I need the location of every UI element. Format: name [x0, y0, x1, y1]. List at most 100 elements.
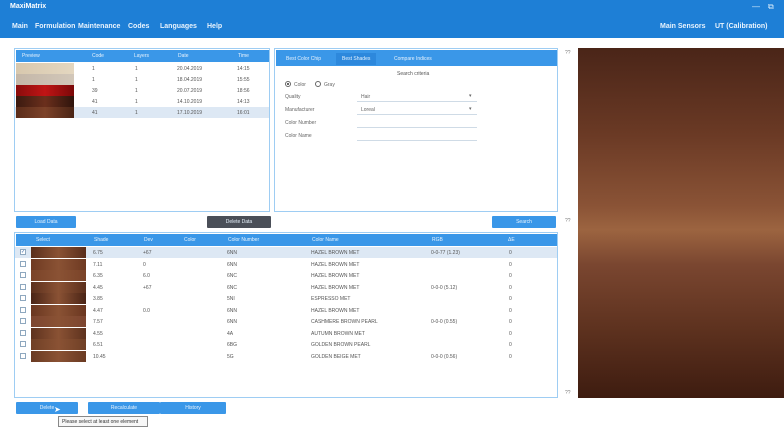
color-number-field[interactable] [357, 127, 477, 128]
delete-data-button[interactable]: Delete Data [207, 216, 271, 228]
history-cell-date: 20.04.2019 [177, 66, 203, 72]
shade-swatch [31, 316, 86, 327]
gray-radio[interactable] [315, 81, 321, 87]
menu-calibration[interactable]: UT (Calibration) [715, 23, 768, 30]
history-cell-layers: 1 [135, 110, 138, 116]
table-row[interactable]: 4.47 0.0 6NN HAZEL BROWN MET 0 [15, 304, 557, 316]
col-shade: Shade [94, 237, 109, 243]
minimize-icon[interactable]: — [752, 2, 760, 11]
scroll-marker-top: ?? [565, 50, 571, 56]
col-date: Date [178, 53, 189, 59]
shade-swatch [31, 270, 86, 281]
history-preview-swatch [16, 85, 74, 96]
result-cell-shade: 3.85 [93, 296, 103, 302]
delete-button[interactable]: Delete [16, 402, 78, 414]
result-cell-name: HAZEL BROWN MET [311, 273, 360, 279]
row-checkbox[interactable] [20, 295, 26, 301]
history-cell-code: 1 [92, 77, 95, 83]
scroll-marker-bottom: ?? [565, 390, 571, 396]
history-row[interactable]: 41 1 17.10.2019 16:01 [15, 107, 269, 118]
color-radio-label: Color [294, 82, 306, 88]
row-checkbox[interactable] [20, 260, 26, 267]
table-row[interactable]: 3.85 5NI ESPRESSO MET 0 [15, 293, 557, 304]
col-color-number: Color Number [228, 237, 260, 243]
cursor-icon: ➤ [54, 405, 61, 414]
result-cell-name: GOLDEN BEIGE MET [311, 353, 361, 360]
row-checkbox[interactable] [20, 283, 26, 290]
history-cell-date: 14.10.2019 [177, 99, 203, 105]
result-cell-num: 6NN [227, 319, 238, 325]
result-cell-num: 6NC [227, 284, 238, 291]
row-checkbox[interactable] [20, 318, 26, 324]
table-row[interactable]: 4.45 +67 6NC HAZEL BROWN MET 0-0-0 (5.12) 0 [15, 281, 557, 293]
manufacturer-select[interactable]: Loreal ▾ [357, 104, 477, 115]
table-row[interactable]: 7.57 6NN CASHMERE BROWN PEARL 0-0-0 (0.55) 0 [15, 316, 557, 327]
result-cell-num: 5G [227, 353, 234, 360]
menu-help[interactable]: Help [207, 23, 222, 30]
load-data-button[interactable]: Load Data [16, 216, 76, 228]
quality-select[interactable]: Hair ▾ [357, 91, 477, 102]
history-header: Preview Code Layers Date Time [16, 50, 269, 62]
result-cell-de: 0 [509, 261, 512, 268]
restore-icon[interactable]: ⧉ [768, 2, 774, 12]
result-cell-shade: 7.11 [93, 261, 103, 268]
menu-main-sensors[interactable]: Main Sensors [660, 23, 706, 30]
history-button[interactable]: History [160, 402, 226, 414]
search-button[interactable]: Search [492, 216, 556, 228]
menu-codes[interactable]: Codes [128, 23, 149, 30]
table-row[interactable]: 7.11 0 6NN HAZEL BROWN MET 0 [15, 258, 557, 270]
color-radio[interactable] [285, 81, 291, 87]
result-cell-name: AUTUMN BROWN MET [311, 330, 365, 337]
row-checkbox[interactable] [20, 329, 26, 336]
table-row[interactable]: ✓ 6.75 +67 6NN HAZEL BROWN MET 0-0-77 (1.23) 0 [15, 247, 557, 258]
result-cell-shade: 7.57 [93, 319, 103, 325]
search-criteria-title: Search criteria [397, 71, 430, 77]
col-time: Time [238, 53, 249, 59]
col-code: Code [92, 53, 104, 59]
result-cell-num: 6NN [227, 250, 238, 256]
col-color-name: Color Name [312, 237, 339, 243]
table-row[interactable]: 6.51 6BG GOLDEN BROWN PEARL 0 [15, 339, 557, 350]
result-cell-de: 0 [509, 319, 512, 325]
result-cell-name: GOLDEN BROWN PEARL [311, 342, 371, 348]
tab-best-shades[interactable]: Best Shades [336, 53, 377, 65]
gray-radio-label: Gray [324, 82, 335, 88]
result-cell-num: 5NI [227, 296, 235, 302]
result-cell-num: 6NC [227, 273, 238, 279]
result-cell-de: 0 [509, 296, 512, 302]
history-preview-swatch [16, 63, 74, 74]
row-checkbox[interactable] [20, 352, 26, 359]
menu-main[interactable]: Main [12, 23, 28, 30]
history-row[interactable]: 1 1 20.04.2019 14:15 [15, 63, 269, 74]
color-name-field[interactable] [357, 140, 477, 141]
table-row[interactable]: 6.35 6.0 6NC HAZEL BROWN MET 0 [15, 270, 557, 281]
col-dev: Dev [144, 237, 153, 243]
shade-swatch [31, 293, 86, 304]
row-checkbox[interactable] [20, 341, 26, 347]
app-title: MaxiMatrix [10, 3, 47, 10]
tab-bar: Best Color Chip Best Shades Compare Indi… [276, 50, 557, 66]
menu-maintenance[interactable]: Maintenance [78, 23, 120, 30]
menu-languages[interactable]: Languages [160, 23, 197, 30]
tab-best-color-chip[interactable]: Best Color Chip [280, 53, 327, 65]
history-row[interactable]: 41 1 14.10.2019 14:13 [15, 96, 269, 107]
tab-compare-indices[interactable]: Compare Indices [388, 53, 438, 65]
history-cell-time: 18:56 [237, 88, 250, 94]
row-checkbox[interactable] [20, 272, 26, 278]
table-row[interactable]: 4.55 4A AUTUMN BROWN MET 0 [15, 327, 557, 339]
history-preview-swatch [16, 107, 74, 118]
row-checkbox[interactable]: ✓ [20, 249, 26, 255]
quality-label: Quality [285, 94, 301, 100]
menu-formulation[interactable]: Formulation [35, 23, 75, 30]
row-checkbox[interactable] [20, 306, 26, 313]
history-row[interactable]: 39 1 20.07.2019 18:56 [15, 85, 269, 96]
history-row[interactable]: 1 1 18.04.2019 15:55 [15, 74, 269, 85]
color-number-label: Color Number [285, 120, 317, 126]
search-panel: Best Color Chip Best Shades Compare Indi… [274, 48, 558, 212]
table-row[interactable]: 10.45 5G GOLDEN BEIGE MET 0-0-0 (0.56) 0 [15, 350, 557, 362]
result-cell-rgb: 0-0-0 (0.55) [431, 319, 458, 325]
col-de: ΔE [508, 237, 515, 243]
recalculate-button[interactable]: Recalculate [88, 402, 160, 414]
result-cell-shade: 4.45 [93, 284, 103, 291]
result-cell-shade: 6.51 [93, 342, 103, 348]
